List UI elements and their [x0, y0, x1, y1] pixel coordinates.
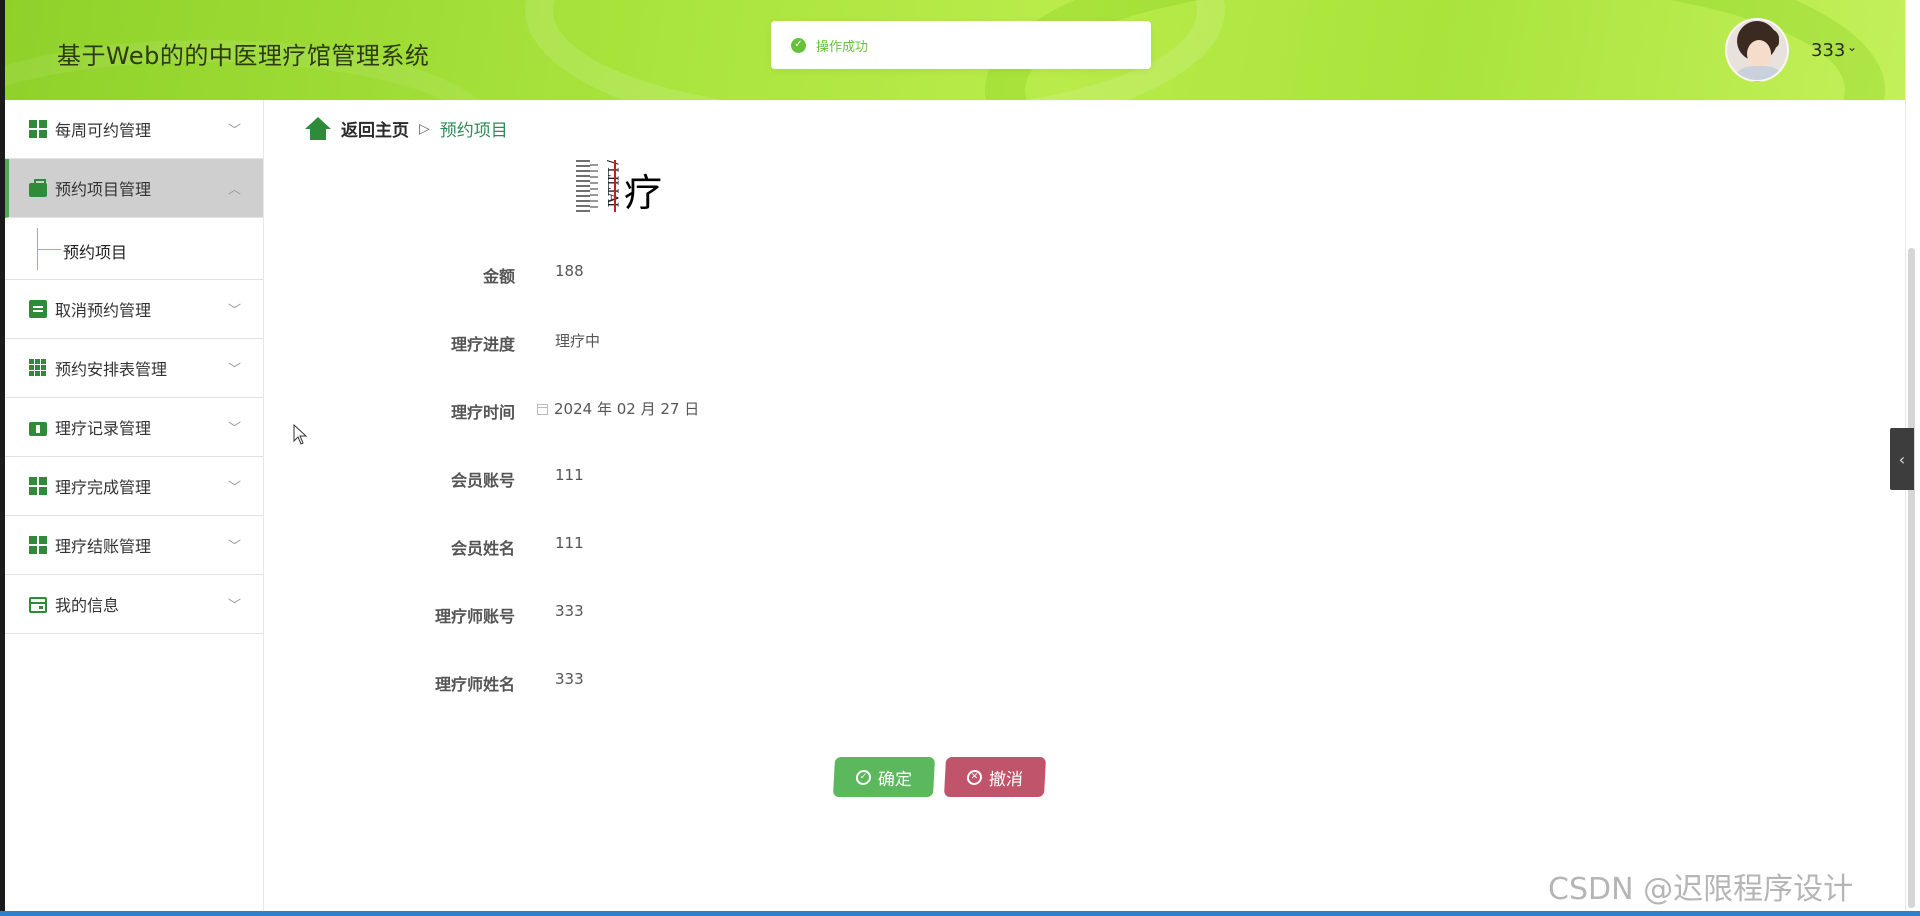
sidebar: 每周可约管理 ﹀ 预约项目管理 ︿ 预约项目 取消预约管理 ﹀ 预约安排表管理 …	[5, 100, 264, 916]
sidebar-item-label: 理疗记录管理	[55, 419, 152, 438]
table-icon	[29, 359, 47, 377]
grid-icon	[29, 536, 47, 554]
grid-icon	[29, 477, 47, 495]
sidebar-item-label: 每周可约管理	[55, 121, 152, 140]
chevron-down-icon: ﹀	[227, 303, 241, 319]
logo-vertical-text	[590, 164, 598, 208]
sidebar-item-label: 我的信息	[55, 596, 120, 615]
tree-line	[37, 249, 61, 250]
sidebar-subitem-appointment-project[interactable]: 预约项目	[5, 218, 263, 280]
clipboard-icon	[29, 300, 47, 318]
check-circle-icon: ✓	[791, 37, 806, 53]
check-circle-icon: ✓	[855, 769, 872, 785]
sidebar-item-label: 预约安排表管理	[55, 360, 168, 379]
grid-icon	[29, 120, 47, 138]
breadcrumb: 返回主页 ▷ 预约项目	[305, 116, 508, 141]
logo-latin-text: / LILIAI	[604, 160, 620, 207]
amount-value: 188	[555, 262, 584, 280]
collapse-panel-handle[interactable]: ‹	[1890, 428, 1914, 490]
watermark: CSDN @迟限程序设计	[1548, 872, 1854, 907]
therapist-name-label: 理疗师姓名	[434, 675, 515, 694]
logo-glyph: 疗	[624, 171, 663, 215]
time-value: 2024 年 02 月 27 日	[554, 400, 700, 418]
avatar-body	[1735, 66, 1783, 80]
progress-value: 理疗中	[555, 332, 601, 350]
cancel-button-label: 撤消	[988, 769, 1024, 790]
sidebar-item-therapy-completion[interactable]: 理疗完成管理 ﹀	[5, 457, 263, 516]
breadcrumb-home-link[interactable]: 返回主页	[341, 116, 409, 141]
therapist-name-value: 333	[555, 670, 584, 688]
therapist-account-label: 理疗师账号	[434, 607, 515, 626]
member-name-value: 111	[555, 534, 584, 552]
vertical-scrollbar[interactable]	[1908, 248, 1915, 908]
sidebar-subitem-label: 预约项目	[63, 243, 128, 262]
chevron-left-icon: ‹	[1898, 449, 1906, 469]
user-name[interactable]: 333	[1811, 40, 1845, 61]
logo-red-line	[614, 160, 616, 212]
confirm-button-label: 确定	[877, 769, 913, 790]
home-icon[interactable]	[305, 116, 331, 141]
chevron-down-icon: ﹀	[227, 362, 241, 378]
chevron-down-icon: ﹀	[227, 123, 241, 139]
member-account-value: 111	[555, 466, 584, 484]
logo-vertical-text	[576, 160, 590, 212]
briefcase-icon	[29, 179, 47, 197]
sidebar-item-therapy-records[interactable]: 理疗记录管理 ﹀	[5, 398, 263, 457]
progress-label: 理疗进度	[450, 335, 515, 354]
confirm-button[interactable]: ✓ 确定	[832, 757, 936, 797]
sidebar-item-schedule[interactable]: 预约安排表管理 ﹀	[5, 339, 263, 398]
sidebar-item-my-info[interactable]: 我的信息 ﹀	[5, 575, 263, 634]
avatar[interactable]	[1725, 18, 1789, 82]
app-title: 基于Web的的中医理疗馆管理系统	[57, 42, 430, 70]
chevron-down-icon: ﹀	[227, 598, 241, 614]
member-name-label: 会员姓名	[450, 539, 515, 558]
project-image: / LILIAI 疗	[570, 158, 663, 216]
breadcrumb-separator-icon: ▷	[419, 120, 430, 137]
bottom-bar	[0, 911, 1920, 916]
chevron-up-icon: ︿	[227, 182, 241, 198]
sidebar-item-appointment-projects[interactable]: 预约项目管理 ︿	[5, 159, 263, 218]
sidebar-item-label: 理疗完成管理	[55, 478, 152, 497]
chevron-down-icon: ﹀	[227, 421, 241, 437]
member-account-label: 会员账号	[450, 471, 515, 490]
toast-message: 操作成功	[816, 39, 869, 55]
success-toast: ✓ 操作成功	[771, 21, 1151, 69]
cancel-button[interactable]: ✕ 撤消	[943, 757, 1047, 797]
ticket-icon	[29, 422, 47, 436]
app-window: 基于Web的的中医理疗馆管理系统 ✓ 操作成功 333 ⌄ 每周可约管理 ﹀ 预…	[0, 0, 1920, 916]
sidebar-item-label: 预约项目管理	[55, 180, 152, 199]
sidebar-item-therapy-billing[interactable]: 理疗结账管理 ﹀	[5, 516, 263, 575]
sidebar-item-weekly-availability[interactable]: 每周可约管理 ﹀	[5, 100, 263, 159]
wallet-icon	[29, 597, 47, 613]
amount-label: 金额	[482, 267, 515, 286]
sidebar-item-label: 取消预约管理	[55, 301, 152, 320]
main-content: 返回主页 ▷ 预约项目 / LILIAI 疗 金额 188 理疗进度 理疗中 理…	[265, 100, 1905, 916]
time-label: 理疗时间	[450, 403, 515, 422]
avatar-face	[1747, 40, 1771, 68]
sidebar-item-label: 理疗结账管理	[55, 537, 152, 556]
chevron-down-icon: ﹀	[227, 480, 241, 496]
sidebar-item-cancel-appointment[interactable]: 取消预约管理 ﹀	[5, 280, 263, 339]
therapist-account-value: 333	[555, 602, 584, 620]
close-circle-icon: ✕	[966, 769, 983, 785]
top-header: 基于Web的的中医理疗馆管理系统 ✓ 操作成功 333 ⌄	[5, 0, 1905, 100]
chevron-down-icon: ﹀	[227, 539, 241, 555]
time-value-wrap: 2024 年 02 月 27 日	[537, 398, 699, 419]
breadcrumb-current: 预约项目	[439, 121, 508, 141]
calendar-icon	[537, 404, 548, 415]
chevron-down-icon[interactable]: ⌄	[1847, 40, 1857, 54]
